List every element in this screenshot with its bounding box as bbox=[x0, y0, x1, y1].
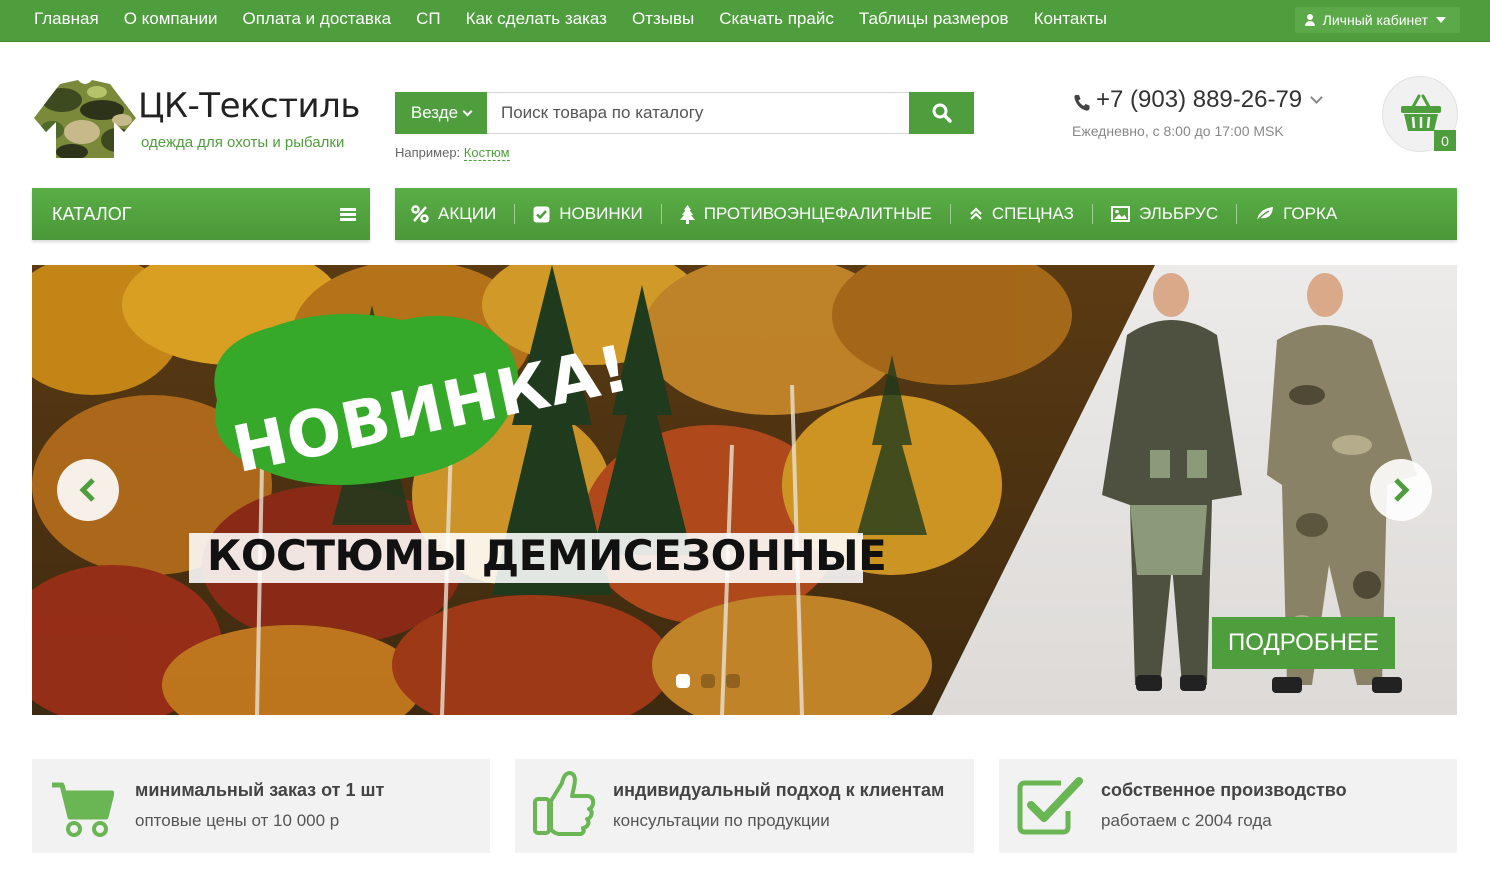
chevron-left-icon bbox=[79, 478, 95, 502]
slider-dot[interactable] bbox=[726, 674, 740, 688]
topnav-download-price[interactable]: Скачать прайс bbox=[719, 9, 834, 29]
category-anti-encephalitis[interactable]: ПРОТИВОЭНЦЕФАЛИТНЫЕ bbox=[679, 204, 932, 224]
checkbox-icon bbox=[533, 206, 550, 222]
feature-title: минимальный заказ от 1 шт bbox=[135, 780, 385, 800]
slider-prev-button[interactable] bbox=[57, 459, 119, 521]
leaf-icon bbox=[1256, 207, 1274, 222]
slider-dot[interactable] bbox=[676, 674, 690, 688]
double-chevron-up-icon bbox=[970, 207, 982, 220]
feature-subtitle: работаем с 2004 года bbox=[1101, 811, 1272, 830]
feature-title: индивидуальный подход к клиентам bbox=[613, 780, 945, 800]
nav-divider bbox=[514, 204, 516, 224]
category-label: СПЕЦНАЗ bbox=[991, 204, 1074, 223]
search-example-link[interactable]: Костюм bbox=[463, 145, 510, 161]
logo-subtitle: одежда для охоты и рыбалки bbox=[141, 134, 345, 151]
cart-count-badge: 0 bbox=[1434, 130, 1456, 151]
thumbs-up-icon bbox=[533, 771, 596, 836]
top-nav: Главная О компании Оплата и доставка СП … bbox=[34, 0, 1132, 38]
search-input[interactable] bbox=[487, 92, 909, 134]
working-hours: Ежедневно, с 8:00 до 17:00 MSK bbox=[1072, 123, 1284, 139]
chevron-right-icon bbox=[1394, 478, 1410, 502]
category-new[interactable]: НОВИНКИ bbox=[533, 204, 643, 224]
check-square-icon bbox=[1017, 777, 1083, 835]
feature-card-individual-approach: индивидуальный подход к клиентам консуль… bbox=[515, 759, 974, 853]
hamburger-icon bbox=[340, 207, 356, 221]
feature-subtitle: консультации по продукции bbox=[613, 811, 830, 830]
slider-dot[interactable] bbox=[701, 674, 715, 688]
personal-cabinet-button[interactable]: Личный кабинет bbox=[1294, 7, 1460, 33]
category-gorka[interactable]: ГОРКА bbox=[1255, 204, 1337, 224]
feature-card-own-production: собственное производство работаем с 2004… bbox=[999, 759, 1457, 853]
feature-card-min-order: минимальный заказ от 1 шт оптовые цены о… bbox=[32, 759, 490, 853]
search-scope-dropdown[interactable]: Везде bbox=[395, 92, 487, 134]
phone-icon bbox=[1074, 95, 1090, 111]
banner-headline: КОСТЮМЫ ДЕМИСЕЗОННЫЕ bbox=[207, 531, 887, 580]
nav-divider bbox=[660, 204, 662, 224]
slider-next-button[interactable] bbox=[1370, 459, 1432, 521]
category-label: ПРОТИВОЭНЦЕФАЛИТНЫЕ bbox=[703, 204, 932, 223]
banner-more-button[interactable]: ПОДРОБНЕЕ bbox=[1212, 617, 1395, 669]
search-example: Например: Костюм bbox=[395, 145, 510, 161]
image-icon bbox=[1110, 206, 1130, 222]
topnav-contacts[interactable]: Контакты bbox=[1034, 9, 1107, 29]
topnav-reviews[interactable]: Отзывы bbox=[632, 9, 694, 29]
search-example-label: Например: bbox=[395, 145, 461, 160]
catalog-menu-button[interactable]: КАТАЛОГ bbox=[32, 188, 370, 240]
search-bar: Везде bbox=[395, 92, 974, 134]
catalog-label: КАТАЛОГ bbox=[52, 203, 132, 224]
camo-shirt-icon bbox=[34, 80, 136, 158]
category-label: ГОРКА bbox=[1283, 204, 1338, 223]
phone-block[interactable]: +7 (903) 889-26-79 bbox=[1072, 86, 1324, 114]
caret-down-icon bbox=[1436, 17, 1446, 23]
site-logo[interactable]: ЦК-Текстиль одежда для охоты и рыбалки bbox=[32, 80, 372, 162]
basket-icon bbox=[1401, 94, 1441, 131]
chevron-down-icon bbox=[1310, 90, 1324, 104]
category-nav: АКЦИИ НОВИНКИ ПРОТИВОЭНЦЕФАЛИТНЫЕ СПЕЦНА… bbox=[395, 188, 1457, 240]
search-scope-label: Везде bbox=[410, 103, 459, 122]
category-promotions[interactable]: АКЦИИ bbox=[411, 204, 496, 224]
nav-divider bbox=[949, 204, 951, 224]
topnav-payment-delivery[interactable]: Оплата и доставка bbox=[242, 9, 391, 29]
topnav-how-to-order[interactable]: Как сделать заказ bbox=[466, 9, 607, 29]
logo-title: ЦК-Текстиль bbox=[138, 86, 360, 126]
topnav-sp[interactable]: СП bbox=[416, 9, 441, 29]
percent-icon bbox=[411, 205, 429, 223]
category-label: АКЦИИ bbox=[438, 204, 497, 223]
topnav-size-tables[interactable]: Таблицы размеров bbox=[859, 9, 1009, 29]
search-button[interactable] bbox=[909, 92, 974, 134]
topnav-home[interactable]: Главная bbox=[34, 9, 99, 29]
topnav-about[interactable]: О компании bbox=[124, 9, 218, 29]
top-bar: Главная О компании Оплата и доставка СП … bbox=[0, 0, 1490, 42]
category-label: ЭЛЬБРУС bbox=[1138, 204, 1219, 223]
user-icon bbox=[1304, 14, 1315, 26]
cart-icon bbox=[52, 782, 114, 837]
feature-subtitle: оптовые цены от 10 000 р bbox=[135, 811, 340, 830]
tree-icon bbox=[679, 204, 695, 224]
cabinet-label: Личный кабинет bbox=[1322, 12, 1428, 28]
category-spetsnaz[interactable]: СПЕЦНАЗ bbox=[969, 204, 1074, 224]
search-icon bbox=[932, 103, 952, 123]
hero-banner[interactable]: НОВИНКА! КОСТЮМЫ ДЕМИСЕЗОННЫЕ ПОДРОБНЕЕ bbox=[32, 265, 1457, 715]
phone-number: +7 (903) 889-26-79 bbox=[1096, 86, 1303, 113]
category-elbrus[interactable]: ЭЛЬБРУС bbox=[1110, 204, 1219, 224]
nav-divider bbox=[1091, 204, 1093, 224]
slider-dots bbox=[676, 674, 751, 688]
feature-title: собственное производство bbox=[1101, 780, 1347, 800]
category-label: НОВИНКИ bbox=[559, 204, 643, 223]
chevron-down-icon bbox=[462, 106, 473, 116]
nav-divider bbox=[1236, 204, 1238, 224]
